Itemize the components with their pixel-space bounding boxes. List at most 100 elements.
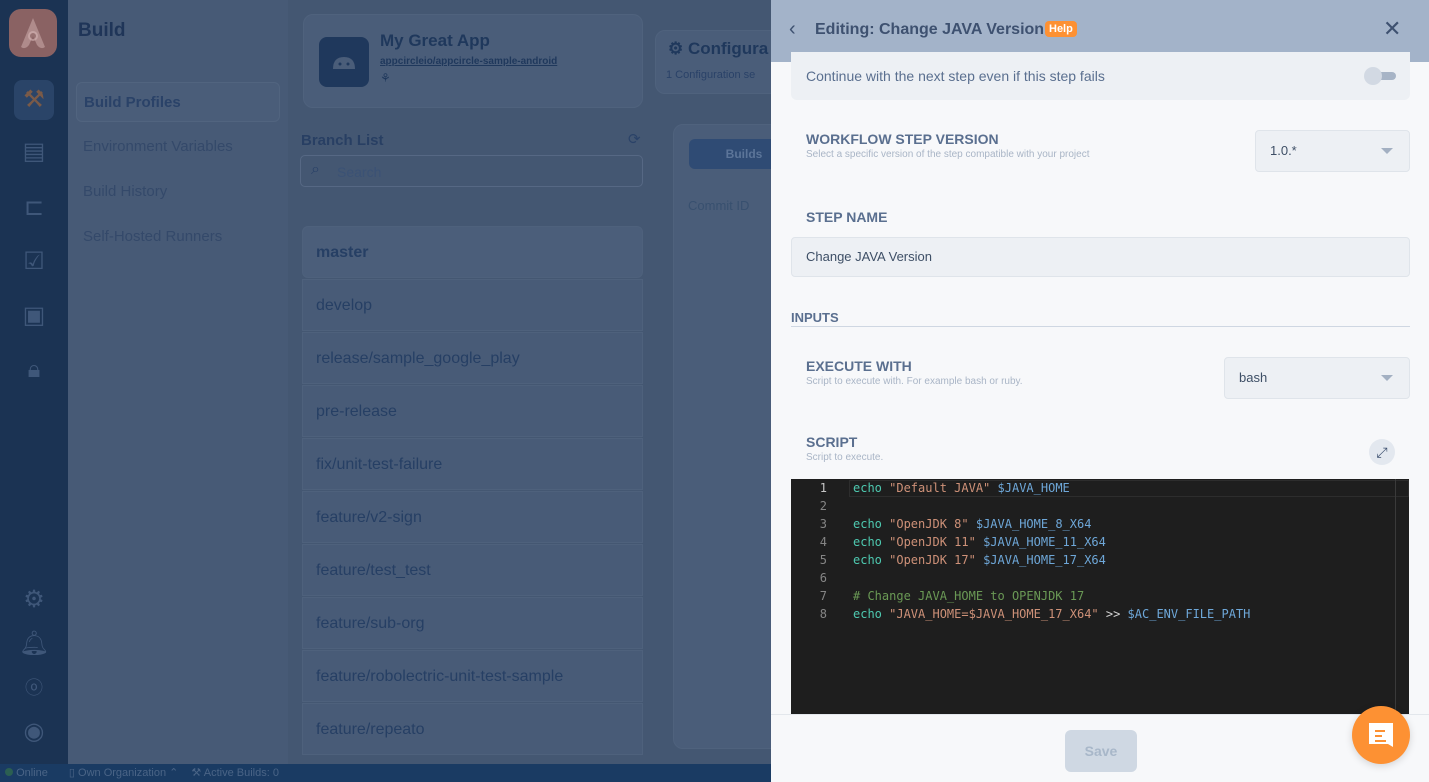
status-bar: Online ▯ Own Organization ⌃ ⚒ Active Bui…	[0, 764, 771, 782]
chevron-down-icon	[1381, 148, 1393, 154]
line-number: 3	[819, 517, 827, 531]
continue-toggle[interactable]	[1364, 67, 1400, 85]
active-builds: Active Builds: 0	[203, 767, 279, 779]
step-name-input[interactable]: Change JAVA Version	[791, 237, 1410, 277]
edit-step-drawer: ‹ Editing: Change JAVA Version Help ✕ Co…	[771, 0, 1429, 782]
code-token: "OpenJDK 8"	[889, 517, 969, 531]
divider	[791, 326, 1410, 327]
build-nav: Build Build Profiles Environment Variabl…	[68, 0, 288, 764]
nav-build-profiles[interactable]: Build Profiles	[76, 82, 280, 122]
version-value: 1.0.*	[1270, 143, 1297, 158]
branch-list-title: Branch List	[301, 132, 384, 149]
build-hammer-icon[interactable]: ⚒	[14, 80, 54, 120]
back-chevron-icon[interactable]: ‹	[789, 18, 796, 41]
code-token: >>	[1098, 607, 1128, 621]
branch-item[interactable]: feature/robolectric-unit-test-sample	[302, 650, 643, 702]
branch-item[interactable]: fix/unit-test-failure	[302, 438, 643, 490]
app-info-card: My Great App appcircleio/appcircle-sampl…	[303, 14, 643, 108]
code-token: "OpenJDK 17"	[889, 553, 976, 567]
line-number: 8	[819, 607, 827, 621]
line-number: 5	[819, 553, 827, 567]
search-placeholder: Search	[337, 164, 382, 180]
code-token: $AC_ENV_FILE_PATH	[1127, 607, 1251, 621]
repo-link[interactable]: appcircleio/appcircle-sample-android	[380, 56, 557, 67]
webhook-icon: ⚘	[380, 71, 391, 85]
inputs-heading: INPUTS	[791, 310, 839, 325]
line-number: 6	[819, 571, 827, 585]
version-desc: Select a specific version of the step co…	[806, 149, 1090, 160]
branch-search-input[interactable]: ⌕ Search	[300, 155, 643, 187]
enterprise-lock-icon[interactable]: 🔒︎	[14, 350, 54, 390]
editor-scrollbar[interactable]	[1395, 479, 1409, 714]
code-token: "OpenJDK 11"	[889, 535, 976, 549]
execute-with-select[interactable]: bash	[1224, 357, 1410, 399]
version-label: WORKFLOW STEP VERSION	[806, 131, 999, 147]
code-token: $JAVA_HOME_11_X64	[983, 535, 1106, 549]
code-line: echo "OpenJDK 17" $JAVA_HOME_17_X64	[853, 553, 1106, 567]
execute-value: bash	[1239, 370, 1268, 385]
continue-label: Continue with the next step even if this…	[806, 68, 1105, 84]
script-editor[interactable]: 1 echo "Default JAVA" $JAVA_HOME 2 3 echo "O…	[791, 479, 1409, 714]
settings-wheel-icon[interactable]: ⚙	[14, 580, 54, 620]
code-line: echo "Default JAVA" $JAVA_HOME	[853, 481, 1070, 495]
code-token: echo	[853, 517, 890, 531]
organization-switcher[interactable]: ▯ Own Organization ⌃	[69, 767, 178, 779]
testing-icon[interactable]: ☑	[14, 242, 54, 282]
save-button[interactable]: Save	[1065, 730, 1137, 772]
nav-build-history[interactable]: Build History	[76, 172, 280, 212]
close-icon[interactable]: ✕	[1383, 16, 1401, 42]
config-subtitle: 1 Configuration se	[666, 69, 756, 81]
code-token: echo	[853, 607, 890, 621]
branch-item[interactable]: master	[302, 226, 643, 278]
script-desc: Script to execute.	[806, 452, 884, 463]
appcircle-logo[interactable]	[9, 9, 57, 57]
code-token: $JAVA_HOME_17_X64	[983, 553, 1106, 567]
chat-support-button[interactable]	[1352, 706, 1410, 764]
builds-panel: Builds Commit ID	[673, 124, 799, 749]
execute-desc: Script to execute with. For example bash…	[806, 376, 1023, 387]
distribution-icon[interactable]: ⊏	[14, 188, 54, 228]
chevron-down-icon	[1381, 375, 1393, 381]
signing-certificate-icon[interactable]: ▤	[14, 132, 54, 172]
chat-icon	[1369, 723, 1393, 747]
branch-item[interactable]: feature/v2-sign	[302, 491, 643, 543]
branch-item[interactable]: feature/test_test	[302, 544, 643, 596]
user-avatar-icon[interactable]: ◉	[14, 712, 54, 752]
code-token: echo	[853, 535, 890, 549]
expand-icon[interactable]: ⤢	[1369, 439, 1395, 465]
organization-icon[interactable]: ⓞ	[14, 668, 54, 708]
code-token: "Default JAVA"	[889, 481, 991, 495]
nav-environment-variables[interactable]: Environment Variables	[76, 127, 280, 167]
nav-self-hosted-runners[interactable]: Self-Hosted Runners	[76, 217, 280, 257]
branch-item[interactable]: feature/sub-org	[302, 597, 643, 649]
line-number: 2	[819, 499, 827, 513]
line-number: 1	[819, 481, 827, 495]
store-briefcase-icon[interactable]: ▣	[14, 296, 54, 336]
help-badge[interactable]: Help	[1045, 21, 1077, 37]
code-token: echo	[853, 553, 890, 567]
configuration-card[interactable]: ⚙ Configura 1 Configuration se	[655, 30, 785, 94]
line-number: 7	[819, 589, 827, 603]
code-line: # Change JAVA_HOME to OPENJDK 17	[853, 589, 1084, 603]
section-title: Build	[78, 20, 126, 41]
online-dot-icon	[5, 768, 13, 776]
code-line: echo "JAVA_HOME=$JAVA_HOME_17_X64" >> $A…	[853, 607, 1250, 621]
android-icon	[319, 37, 369, 87]
drawer-title: Editing: Change JAVA Version	[815, 21, 1045, 38]
code-line: echo "OpenJDK 8" $JAVA_HOME_8_X64	[853, 517, 1091, 531]
refresh-icon[interactable]: ⟳	[628, 130, 641, 148]
version-select[interactable]: 1.0.*	[1255, 130, 1410, 172]
line-number: 4	[819, 535, 827, 549]
search-icon: ⌕	[311, 161, 320, 178]
branch-item[interactable]: feature/repeato	[302, 703, 643, 755]
code-line: echo "OpenJDK 11" $JAVA_HOME_11_X64	[853, 535, 1106, 549]
branch-item[interactable]: pre-release	[302, 385, 643, 437]
branch-item[interactable]: release/sample_google_play	[302, 332, 643, 384]
notification-bell-icon[interactable]: 🔔︎	[14, 624, 54, 664]
branch-item[interactable]: develop	[302, 279, 643, 331]
code-token: $JAVA_HOME	[997, 481, 1070, 495]
script-label: SCRIPT	[806, 434, 858, 450]
code-token: "JAVA_HOME=$JAVA_HOME_17_X64"	[889, 607, 1099, 621]
